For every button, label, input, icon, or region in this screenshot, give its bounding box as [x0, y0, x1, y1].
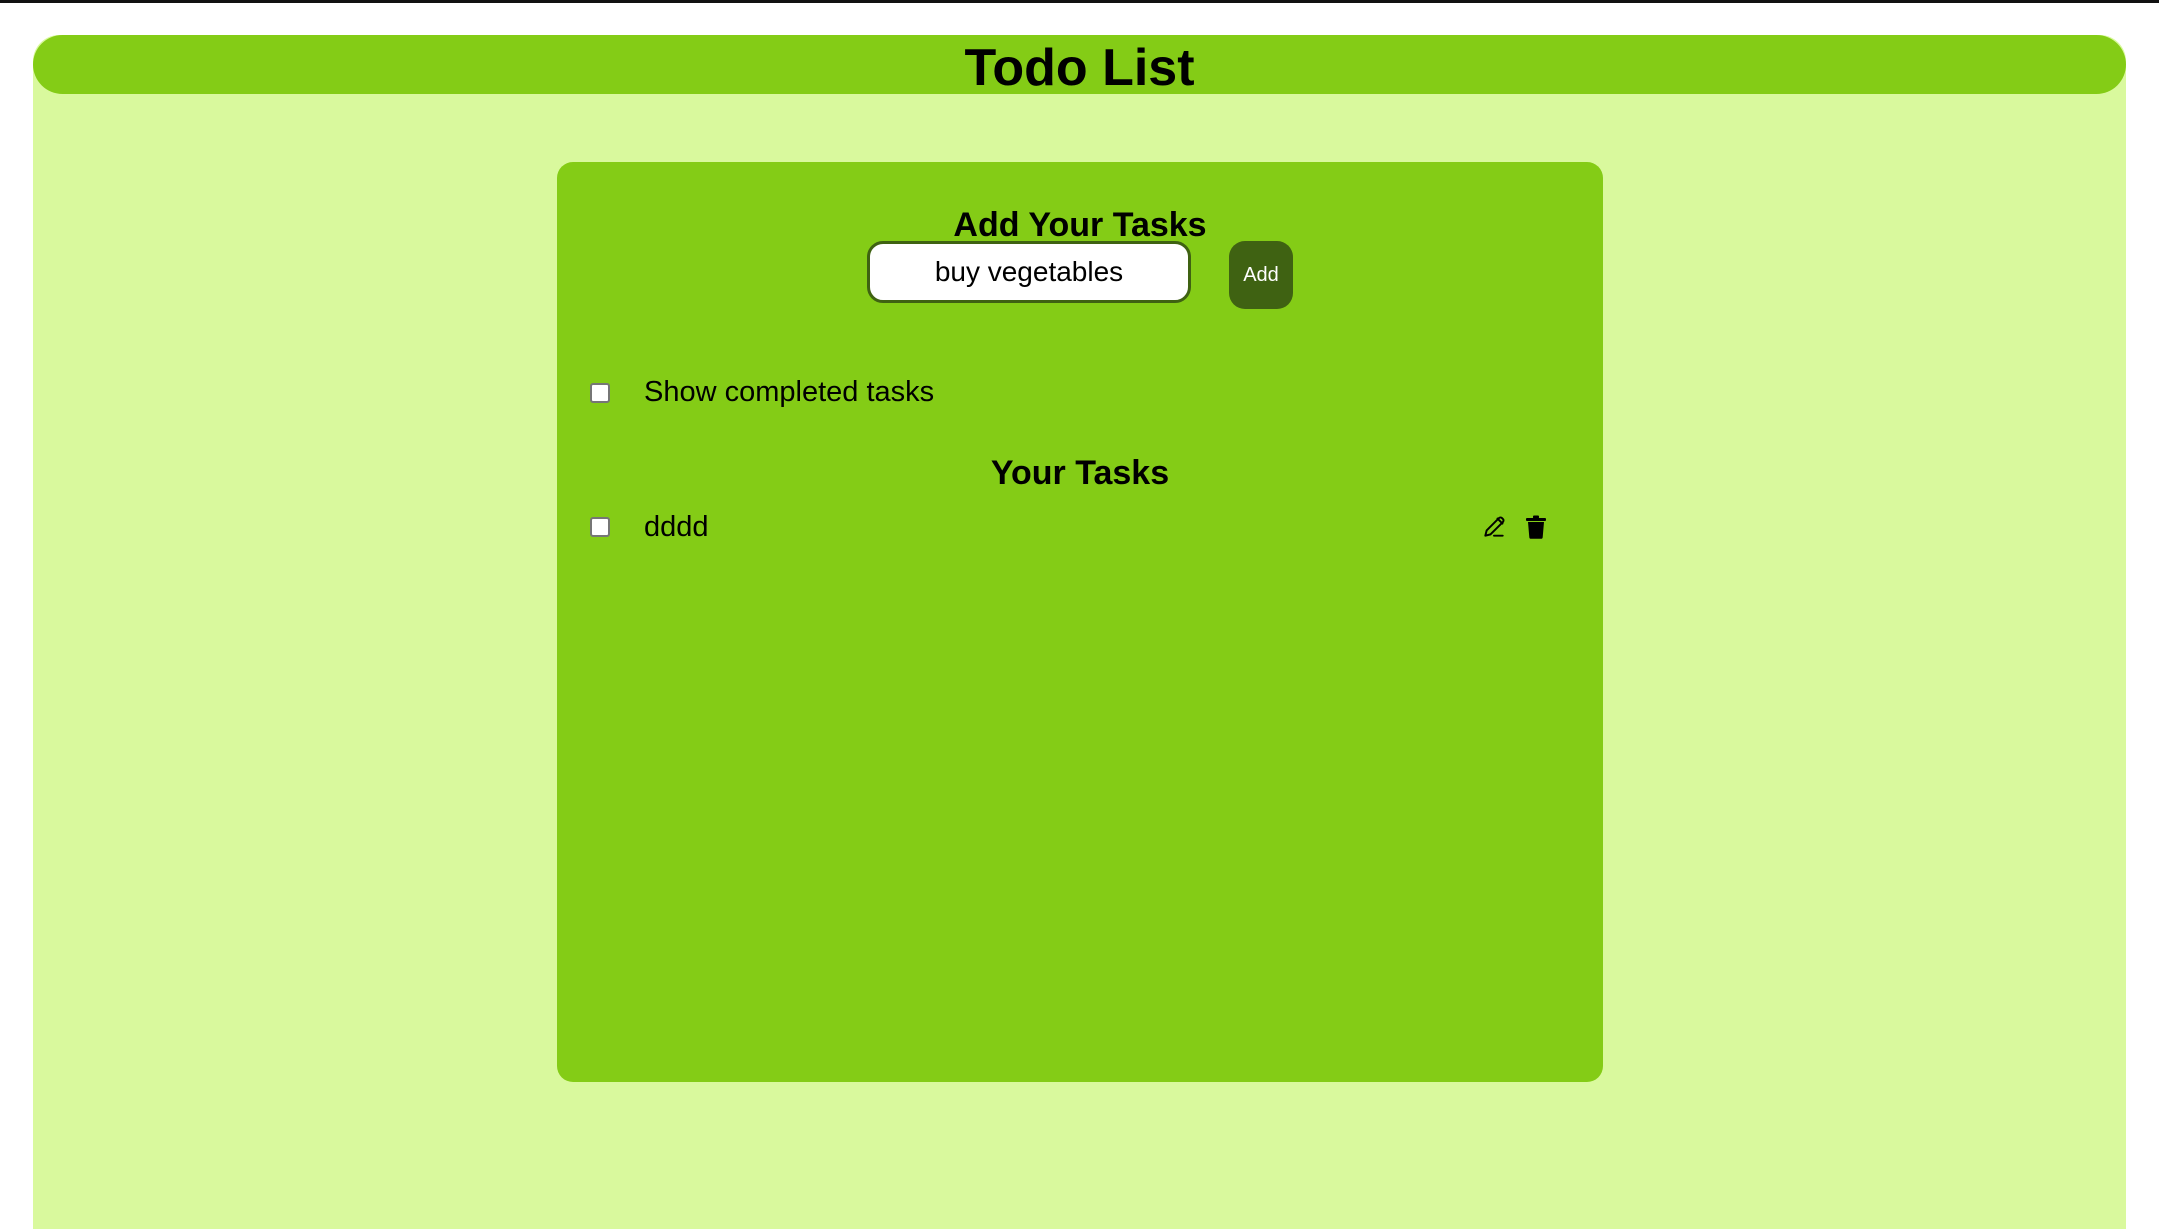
edit-icon[interactable]	[1480, 513, 1508, 541]
title-bar: Todo List	[33, 35, 2126, 94]
show-completed-label: Show completed tasks	[644, 376, 935, 408]
trash-icon[interactable]	[1522, 513, 1550, 541]
todo-card: Add Your Tasks Add Show completed tasks …	[557, 162, 1603, 1082]
page-title: Todo List	[964, 38, 1195, 97]
add-button[interactable]: Add	[1229, 241, 1293, 309]
top-border-line	[0, 0, 2159, 3]
your-tasks-heading: Your Tasks	[990, 454, 1170, 492]
task-input[interactable]	[867, 241, 1191, 303]
task-row: dddd	[590, 507, 1550, 547]
task-checkbox[interactable]	[590, 517, 610, 537]
app-frame: Todo List Add Your Tasks Add Show comple…	[33, 35, 2126, 1229]
show-completed-toggle[interactable]: Show completed tasks	[590, 376, 934, 409]
task-label: dddd	[644, 510, 709, 543]
add-tasks-heading: Add Your Tasks	[953, 206, 1207, 244]
show-completed-checkbox[interactable]	[590, 382, 610, 403]
task-actions	[1480, 513, 1550, 541]
